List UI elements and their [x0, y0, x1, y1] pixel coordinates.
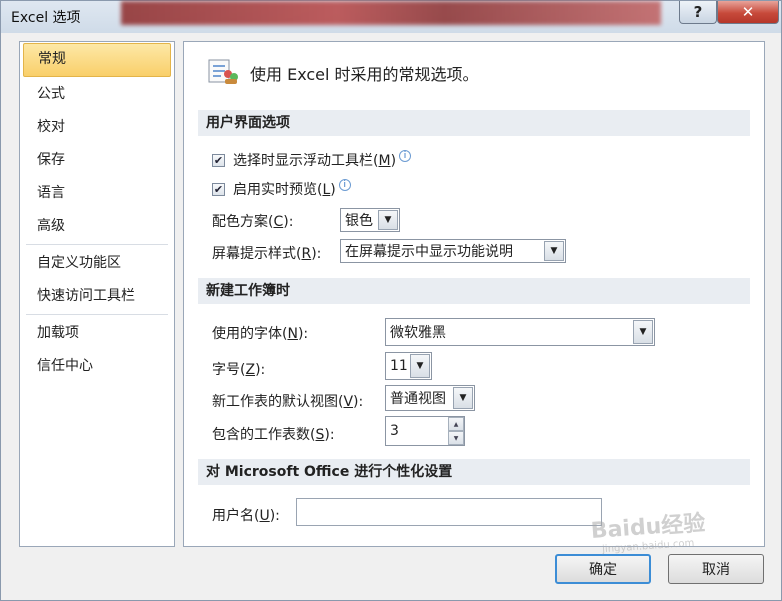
font-size-dropdown[interactable]: 11 ▼	[385, 352, 432, 380]
chevron-down-icon[interactable]: ▼	[378, 210, 398, 230]
title-bar: Excel 选项 ? ✕	[1, 1, 781, 33]
window-title: Excel 选项	[11, 10, 81, 26]
live-preview-option[interactable]: ✔ 启用实时预览(L) i	[212, 179, 351, 199]
screentip-style-dropdown[interactable]: 在屏幕提示中显示功能说明 ▼	[340, 239, 566, 263]
nav-item-advanced[interactable]: 高级	[23, 210, 171, 242]
nav-item-quick-access-toolbar[interactable]: 快速访问工具栏	[23, 280, 171, 312]
nav-item-general[interactable]: 常规	[23, 43, 171, 77]
info-icon[interactable]: i	[399, 150, 412, 162]
cancel-button[interactable]: 取消	[668, 554, 764, 584]
default-view-dropdown[interactable]: 普通视图 ▼	[385, 385, 475, 411]
username-label: 用户名(U):	[212, 508, 280, 524]
general-options-icon	[206, 56, 240, 90]
nav-item-proofing[interactable]: 校对	[23, 111, 171, 143]
color-scheme-dropdown[interactable]: 银色 ▼	[340, 208, 400, 232]
spin-down-icon[interactable]: ▼	[448, 431, 464, 445]
section-personalize: 对 Microsoft Office 进行个性化设置	[198, 459, 750, 485]
chevron-down-icon[interactable]: ▼	[544, 241, 564, 261]
mini-toolbar-option[interactable]: ✔ 选择时显示浮动工具栏(M) i	[212, 150, 412, 170]
sheet-count-stepper[interactable]: 3 ▲ ▼	[385, 416, 465, 446]
font-label: 使用的字体(N):	[212, 326, 309, 342]
live-preview-checkbox[interactable]: ✔	[212, 182, 225, 196]
info-icon[interactable]: i	[338, 179, 351, 191]
default-view-label: 新工作表的默认视图(V):	[212, 394, 364, 410]
blurred-background	[121, 1, 661, 25]
excel-options-dialog: Excel 选项 ? ✕ 常规 公式 校对 保存 语言 高级 自定义功能区 快速…	[0, 0, 782, 601]
spin-up-icon[interactable]: ▲	[448, 417, 464, 431]
chevron-down-icon[interactable]: ▼	[633, 320, 653, 344]
options-content: 使用 Excel 时采用的常规选项。 用户界面选项 ✔ 选择时显示浮动工具栏(M…	[183, 41, 765, 547]
nav-item-trust-center[interactable]: 信任中心	[23, 350, 171, 382]
nav-item-save[interactable]: 保存	[23, 144, 171, 176]
font-dropdown[interactable]: 微软雅黑 ▼	[385, 318, 655, 346]
nav-divider	[26, 244, 168, 245]
section-new-workbook: 新建工作簿时	[198, 278, 750, 304]
mini-toolbar-checkbox[interactable]: ✔	[212, 153, 225, 167]
page-title: 使用 Excel 时采用的常规选项。	[250, 65, 479, 84]
color-scheme-label: 配色方案(C):	[212, 214, 294, 230]
font-size-label: 字号(Z):	[212, 362, 266, 378]
chevron-down-icon[interactable]: ▼	[453, 387, 473, 409]
nav-item-customize-ribbon[interactable]: 自定义功能区	[23, 247, 171, 279]
close-button[interactable]: ✕	[717, 1, 779, 24]
nav-item-add-ins[interactable]: 加载项	[23, 317, 171, 349]
mini-toolbar-label: 选择时显示浮动工具栏(M)	[233, 153, 397, 169]
section-ui-options: 用户界面选项	[198, 110, 750, 136]
sheet-count-label: 包含的工作表数(S):	[212, 427, 335, 443]
nav-divider	[26, 314, 168, 315]
chevron-down-icon[interactable]: ▼	[410, 354, 430, 378]
username-input[interactable]	[296, 498, 602, 526]
nav-item-language[interactable]: 语言	[23, 177, 171, 209]
page-header: 使用 Excel 时采用的常规选项。	[206, 56, 479, 90]
screentip-style-label: 屏幕提示样式(R):	[212, 246, 322, 262]
help-button[interactable]: ?	[679, 1, 717, 24]
category-nav: 常规 公式 校对 保存 语言 高级 自定义功能区 快速访问工具栏 加载项 信任中…	[19, 41, 175, 547]
live-preview-label: 启用实时预览(L)	[233, 182, 336, 198]
watermark-logo: Baidu经验 jingyan.baidu.com	[590, 511, 707, 556]
nav-item-formulas[interactable]: 公式	[23, 78, 171, 110]
ok-button[interactable]: 确定	[555, 554, 651, 584]
